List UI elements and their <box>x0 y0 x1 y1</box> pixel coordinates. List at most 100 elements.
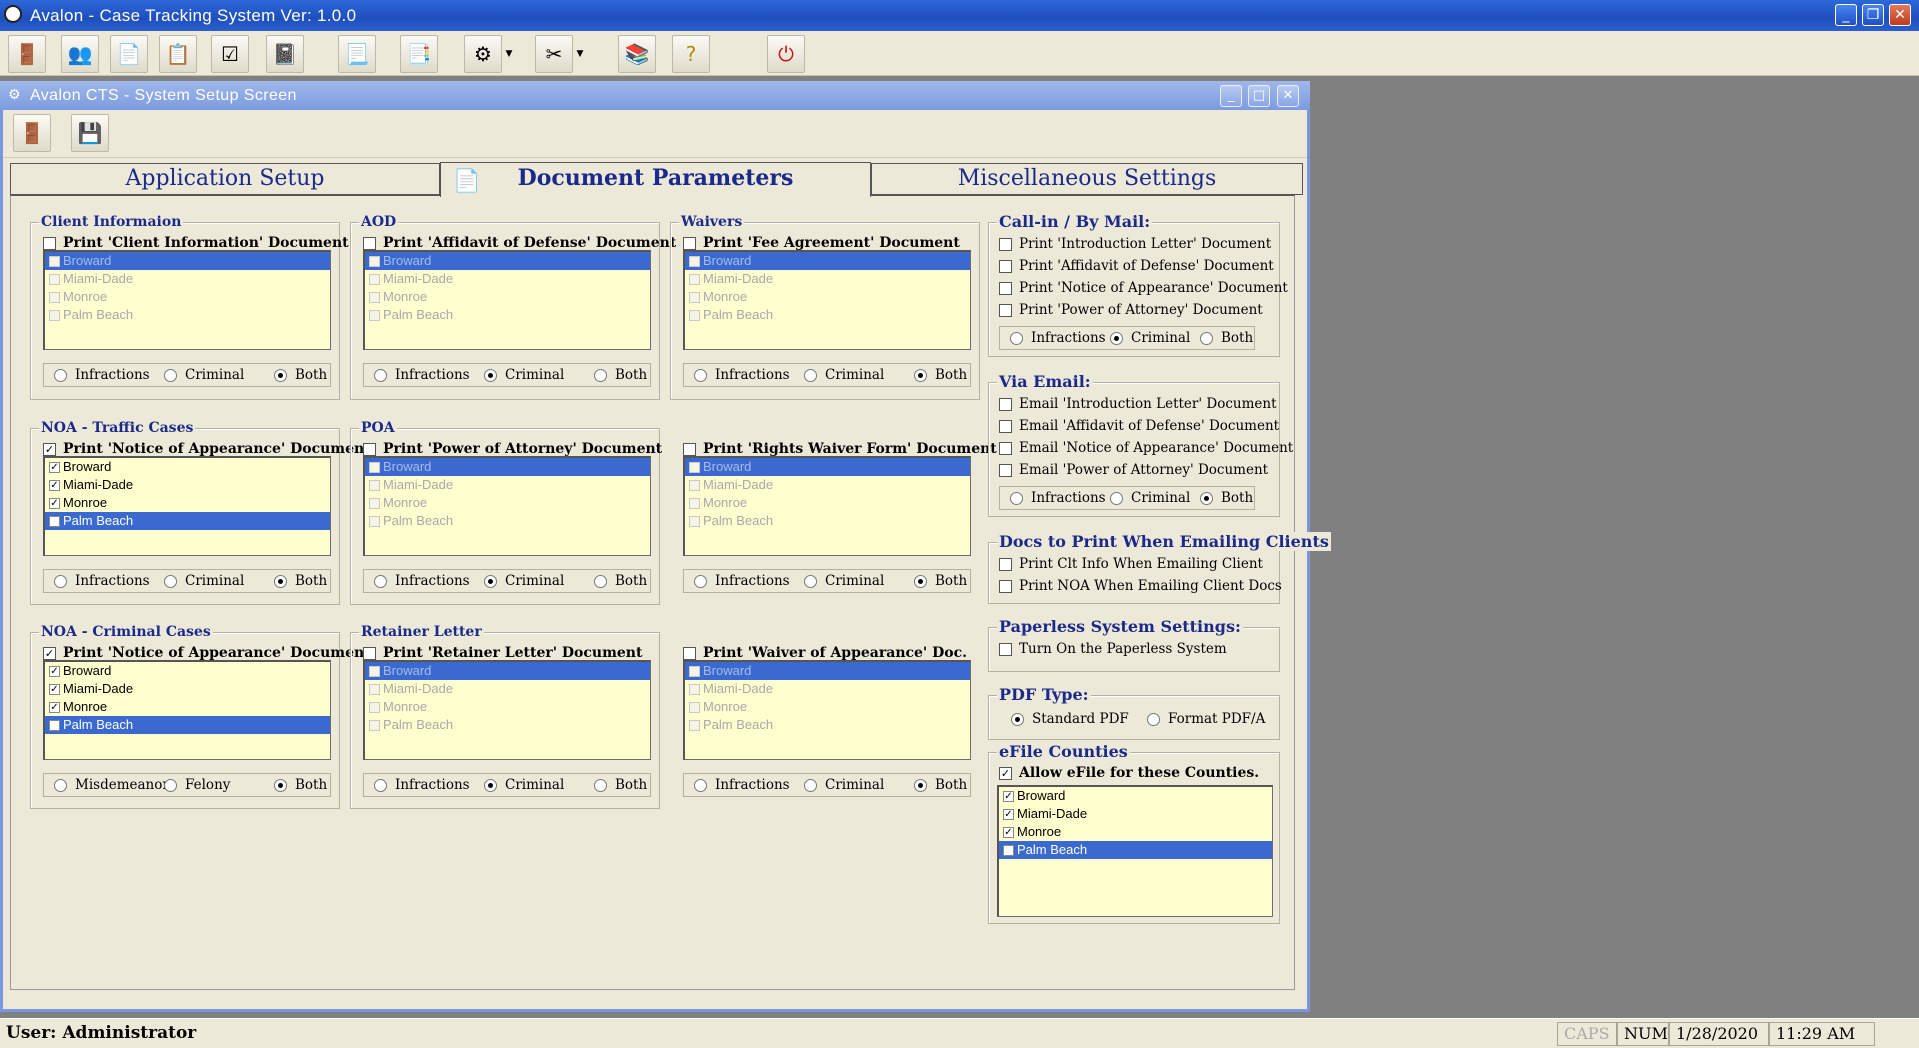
child-close-icon[interactable]: ✕ <box>1277 85 1299 107</box>
radio-button[interactable] <box>914 574 927 588</box>
list-item[interactable]: ✓ Miami-Dade <box>45 680 330 698</box>
checkbox-row[interactable]: Email 'Introduction Letter' Document <box>999 396 1277 412</box>
radio-infractions[interactable]: Infractions <box>374 777 470 793</box>
list-item-checkbox[interactable]: ✓ <box>1003 826 1014 838</box>
print-checkbox[interactable] <box>363 646 376 660</box>
print-checkbox-row[interactable]: Print 'Power of Attorney' Document <box>363 441 662 457</box>
list-item[interactable]: Broward <box>685 252 970 270</box>
radio-button[interactable] <box>54 778 67 792</box>
radio-button[interactable] <box>274 368 287 382</box>
minimize-icon[interactable]: _ <box>1835 4 1857 26</box>
radio-infractions[interactable]: Infractions <box>694 573 790 589</box>
radio-button[interactable] <box>1147 712 1160 726</box>
list-item[interactable]: Palm Beach <box>365 306 650 324</box>
list-item[interactable]: Monroe <box>365 494 650 512</box>
radio-infractions[interactable]: Infractions <box>54 367 150 383</box>
radio-criminal[interactable]: Criminal <box>804 777 884 793</box>
checkbox[interactable]: ✓ <box>999 766 1012 780</box>
county-list[interactable]: ✓ Broward ✓ Miami-Dade ✓ Monroe ✓ Palm Beach <box>43 660 331 760</box>
county-list[interactable]: Broward Miami-Dade Monroe Palm Beach <box>363 250 651 350</box>
radio-button[interactable] <box>164 368 177 382</box>
list-item-checkbox[interactable] <box>369 497 380 509</box>
radio-both[interactable]: Both <box>914 367 967 383</box>
close-icon[interactable]: ✕ <box>1889 4 1911 26</box>
county-list[interactable]: Broward Miami-Dade Monroe Palm Beach <box>683 456 971 556</box>
efile-county-list[interactable]: ✓ Broward ✓ Miami-Dade ✓ Monroe ✓ Palm Beach <box>997 785 1273 917</box>
checkbox-row[interactable]: Print Clt Info When Emailing Client <box>999 556 1263 572</box>
checkbox[interactable] <box>999 259 1012 273</box>
list-item-checkbox[interactable] <box>689 255 700 267</box>
list-item-checkbox[interactable] <box>49 255 60 267</box>
radio-button[interactable] <box>804 574 817 588</box>
list-item-checkbox[interactable] <box>689 479 700 491</box>
radio-criminal[interactable]: Criminal <box>804 367 884 383</box>
list-item-checkbox[interactable]: ✓ <box>1003 808 1014 820</box>
list-item-checkbox[interactable] <box>369 701 380 713</box>
radio-button[interactable] <box>1110 331 1123 345</box>
list-item-checkbox[interactable] <box>689 515 700 527</box>
list-item-checkbox[interactable] <box>689 461 700 473</box>
list-item[interactable]: ✓ Miami-Dade <box>999 805 1272 823</box>
list-item-checkbox[interactable] <box>689 683 700 695</box>
checkbox-row[interactable]: Print 'Power of Attorney' Document <box>999 302 1263 318</box>
county-list[interactable]: ✓ Broward ✓ Miami-Dade ✓ Monroe ✓ Palm Beach <box>43 456 331 556</box>
radio-criminal[interactable]: Criminal <box>164 573 244 589</box>
list-item[interactable]: Monroe <box>365 288 650 306</box>
list-item-checkbox[interactable] <box>369 665 380 677</box>
list-item[interactable]: Miami-Dade <box>45 270 330 288</box>
radio-misdemeanor[interactable]: Misdemeanor <box>54 777 169 793</box>
power-icon[interactable]: ⏻ <box>767 35 805 73</box>
radio-both[interactable]: Both <box>914 573 967 589</box>
radio-button[interactable] <box>914 368 927 382</box>
list-item[interactable]: Miami-Dade <box>365 680 650 698</box>
radio-button[interactable] <box>274 778 287 792</box>
checkbox-row[interactable]: Print 'Notice of Appearance' Document <box>999 280 1288 296</box>
radio-both[interactable]: Both <box>1200 490 1253 506</box>
county-list[interactable]: Broward Miami-Dade Monroe Palm Beach <box>683 250 971 350</box>
checkbox-row[interactable]: Email 'Power of Attorney' Document <box>999 462 1268 478</box>
radio-button[interactable] <box>594 574 607 588</box>
radio-button[interactable] <box>594 368 607 382</box>
list-item-checkbox[interactable] <box>49 273 60 285</box>
list-item-checkbox[interactable] <box>689 719 700 731</box>
pages-icon[interactable]: 📑 <box>400 35 438 73</box>
checkbox-row[interactable]: ✓ Allow eFile for these Counties. <box>999 765 1259 781</box>
checkbox-row[interactable]: Email 'Notice of Appearance' Document <box>999 440 1293 456</box>
list-item[interactable]: ✓ Broward <box>45 458 330 476</box>
checkbox[interactable] <box>999 237 1012 251</box>
radio-button[interactable] <box>804 778 817 792</box>
list-item[interactable]: Miami-Dade <box>685 476 970 494</box>
print-checkbox-row[interactable]: ✓ Print 'Notice of Appearance' Document <box>43 441 371 457</box>
users-icon[interactable]: 👥 <box>61 35 99 73</box>
radio-both[interactable]: Both <box>274 573 327 589</box>
radio-criminal[interactable]: Criminal <box>164 367 244 383</box>
print-checkbox[interactable] <box>43 236 56 250</box>
list-item[interactable]: Monroe <box>45 288 330 306</box>
list-item[interactable]: ✓ Monroe <box>45 698 330 716</box>
checkbox[interactable] <box>999 441 1012 455</box>
radio-button[interactable] <box>484 368 497 382</box>
tab-document-parameters[interactable]: 📄 Document Parameters <box>440 162 871 197</box>
radio-button[interactable] <box>484 778 497 792</box>
list-item-checkbox[interactable] <box>689 701 700 713</box>
list-item-checkbox[interactable]: ✓ <box>49 683 60 695</box>
radio-button[interactable] <box>1110 491 1123 505</box>
radio-button[interactable] <box>274 574 287 588</box>
list-item[interactable]: Broward <box>685 662 970 680</box>
checkbox-row[interactable]: Email 'Affidavit of Defense' Document <box>999 418 1279 434</box>
list-item[interactable]: ✓ Palm Beach <box>999 841 1272 859</box>
checkbox[interactable] <box>999 303 1012 317</box>
list-item[interactable]: Palm Beach <box>685 306 970 324</box>
radio-both[interactable]: Both <box>594 367 647 383</box>
list-item[interactable]: Monroe <box>685 288 970 306</box>
print-checkbox-row[interactable]: ✓ Print 'Notice of Appearance' Document <box>43 645 371 661</box>
radio-infractions[interactable]: Infractions <box>1010 330 1106 346</box>
radio-button[interactable] <box>594 778 607 792</box>
list-item-checkbox[interactable] <box>369 461 380 473</box>
list-item[interactable]: Broward <box>365 662 650 680</box>
radio-criminal[interactable]: Criminal <box>484 777 564 793</box>
list-item-checkbox[interactable] <box>369 683 380 695</box>
list-item[interactable]: Palm Beach <box>685 716 970 734</box>
radio-button[interactable] <box>1200 491 1213 505</box>
list-item[interactable]: Broward <box>365 252 650 270</box>
